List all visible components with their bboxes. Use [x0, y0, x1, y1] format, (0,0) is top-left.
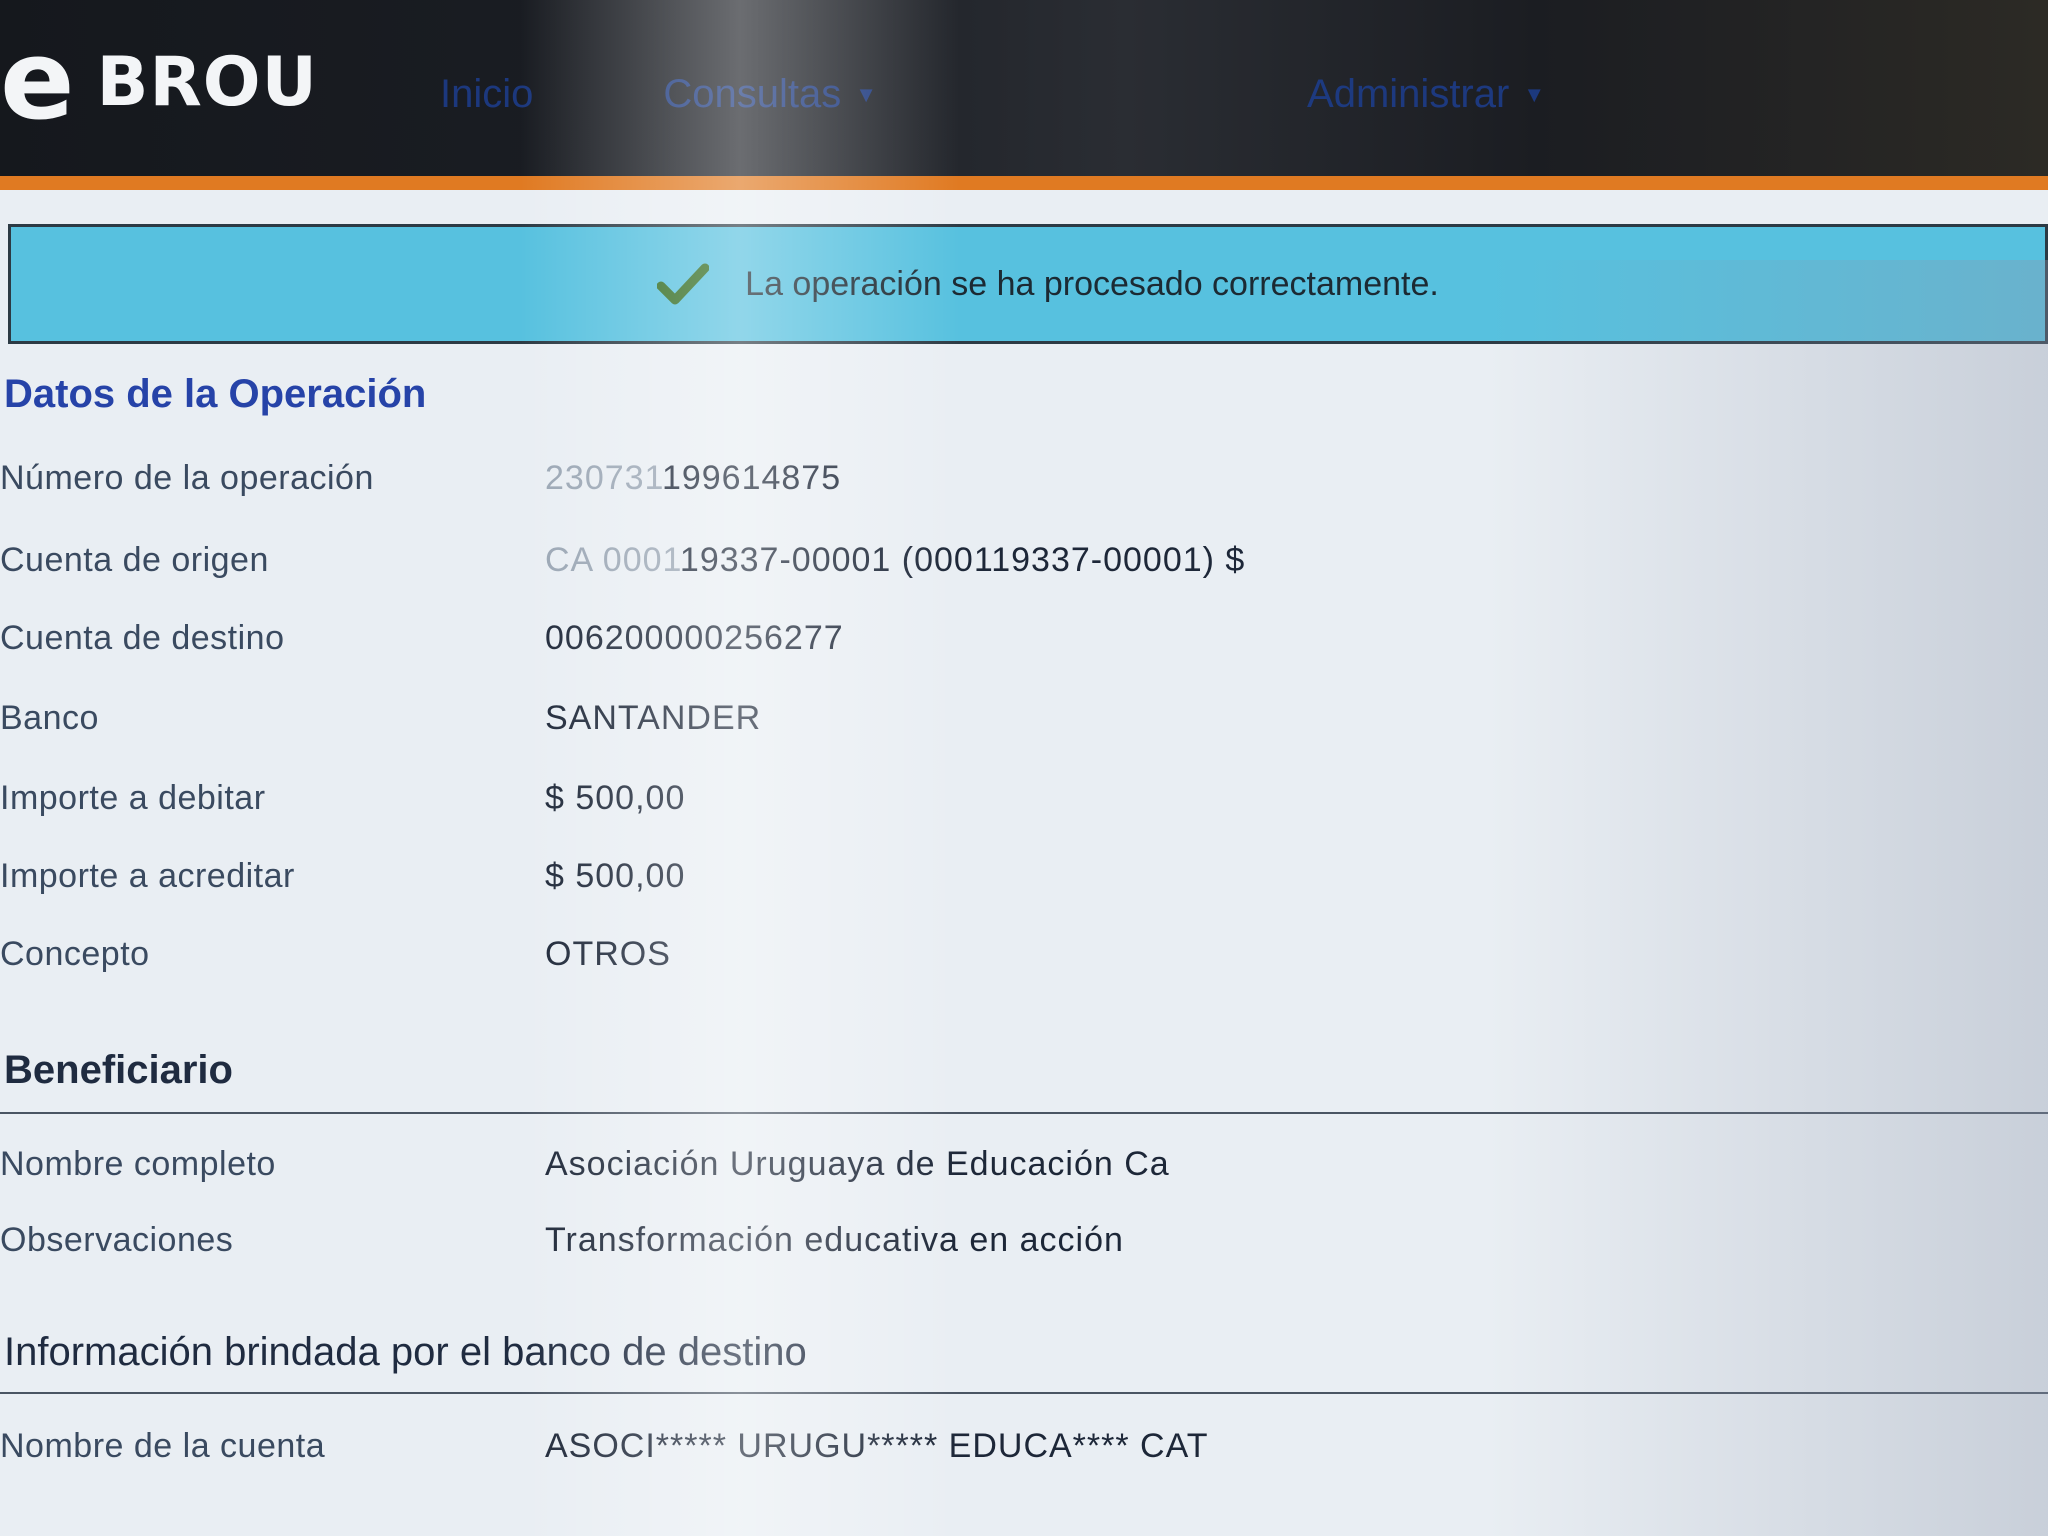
value-cuenta-destino: 006200000256277	[545, 618, 844, 657]
checkmark-icon	[657, 262, 710, 306]
label-nombre-cuenta: Nombre de la cuenta	[0, 1426, 326, 1465]
value-cuenta-origen-prefix: CA 0001	[545, 540, 680, 579]
label-banco: Banco	[0, 698, 99, 737]
row-importe-acreditar: Importe a acreditar $ 500,00	[0, 846, 1900, 906]
success-message: La operación se ha procesado correctamen…	[745, 264, 1439, 303]
value-numero-operacion-prefix: 230731	[545, 458, 662, 497]
section-title-beneficiario: Beneficiario	[4, 1048, 233, 1092]
value-concepto: OTROS	[545, 934, 671, 973]
nav-label-inicio: Inicio	[440, 72, 534, 116]
nav-label-administrar: Administrar	[1307, 72, 1510, 116]
value-banco: SANTANDER	[545, 698, 762, 737]
logo-text: BROU	[96, 43, 318, 122]
nav-label-consultas: Consultas	[663, 72, 842, 116]
value-numero-operacion: 230731199614875	[545, 459, 841, 498]
section-title-operacion: Datos de la Operación	[4, 372, 427, 416]
value-observaciones: Transformación educativa en acción	[545, 1220, 1124, 1259]
label-cuenta-destino: Cuenta de destino	[0, 618, 285, 657]
value-importe-acreditar: $ 500,00	[545, 856, 686, 895]
row-nombre-cuenta: Nombre de la cuenta ASOCI***** URUGU****…	[0, 1416, 1900, 1476]
chevron-down-icon: ▼	[1523, 81, 1546, 107]
nav-item-consultas[interactable]: Consultas ▼	[663, 72, 877, 117]
chevron-down-icon: ▼	[855, 81, 878, 107]
row-cuenta-destino: Cuenta de destino 006200000256277	[0, 608, 1900, 668]
row-observaciones: Observaciones Transformación educativa e…	[0, 1210, 1900, 1270]
label-numero-operacion: Número de la operación	[0, 458, 374, 497]
label-observaciones: Observaciones	[0, 1220, 234, 1259]
value-nombre-cuenta: ASOCI***** URUGU***** EDUCA**** CAT	[545, 1426, 1209, 1465]
logo-e: e	[0, 16, 75, 144]
success-banner: La operación se ha procesado correctamen…	[8, 224, 2048, 344]
row-concepto: Concepto OTROS	[0, 924, 1900, 984]
value-cuenta-origen: CA 000119337-00001 (000119337-00001) $	[545, 541, 1245, 580]
label-importe-debitar: Importe a debitar	[0, 778, 266, 817]
row-importe-debitar: Importe a debitar $ 500,00	[0, 768, 1900, 828]
section-divider	[0, 1112, 2048, 1114]
nav-item-inicio[interactable]: Inicio	[440, 72, 533, 117]
main-nav: Inicio Consultas ▼ Administrar ▼	[440, 72, 1545, 117]
row-banco: Banco SANTANDER	[0, 688, 1900, 748]
label-importe-acreditar: Importe a acreditar	[0, 856, 295, 895]
section-divider	[0, 1392, 2048, 1394]
section-title-banco-destino: Información brindada por el banco de des…	[4, 1330, 807, 1374]
row-cuenta-origen: Cuenta de origen CA 000119337-00001 (000…	[0, 530, 1900, 590]
nav-item-administrar[interactable]: Administrar ▼	[1307, 72, 1545, 117]
value-cuenta-origen-main: 19337-00001 (000119337-00001) $	[679, 540, 1246, 579]
value-importe-debitar: $ 500,00	[545, 778, 686, 817]
label-concepto: Concepto	[0, 934, 150, 973]
value-nombre-completo: Asociación Uruguaya de Educación Ca	[545, 1144, 1170, 1183]
row-numero-operacion: Número de la operación 230731199614875	[0, 448, 1900, 508]
brou-logo[interactable]: e BROU	[0, 16, 318, 144]
label-cuenta-origen: Cuenta de origen	[0, 540, 269, 579]
value-numero-operacion-main: 199614875	[661, 458, 842, 497]
top-navigation-bar: e BROU Inicio Consultas ▼ Administrar ▼	[0, 0, 2048, 190]
label-nombre-completo: Nombre completo	[0, 1144, 276, 1183]
row-nombre-completo: Nombre completo Asociación Uruguaya de E…	[0, 1134, 1900, 1194]
